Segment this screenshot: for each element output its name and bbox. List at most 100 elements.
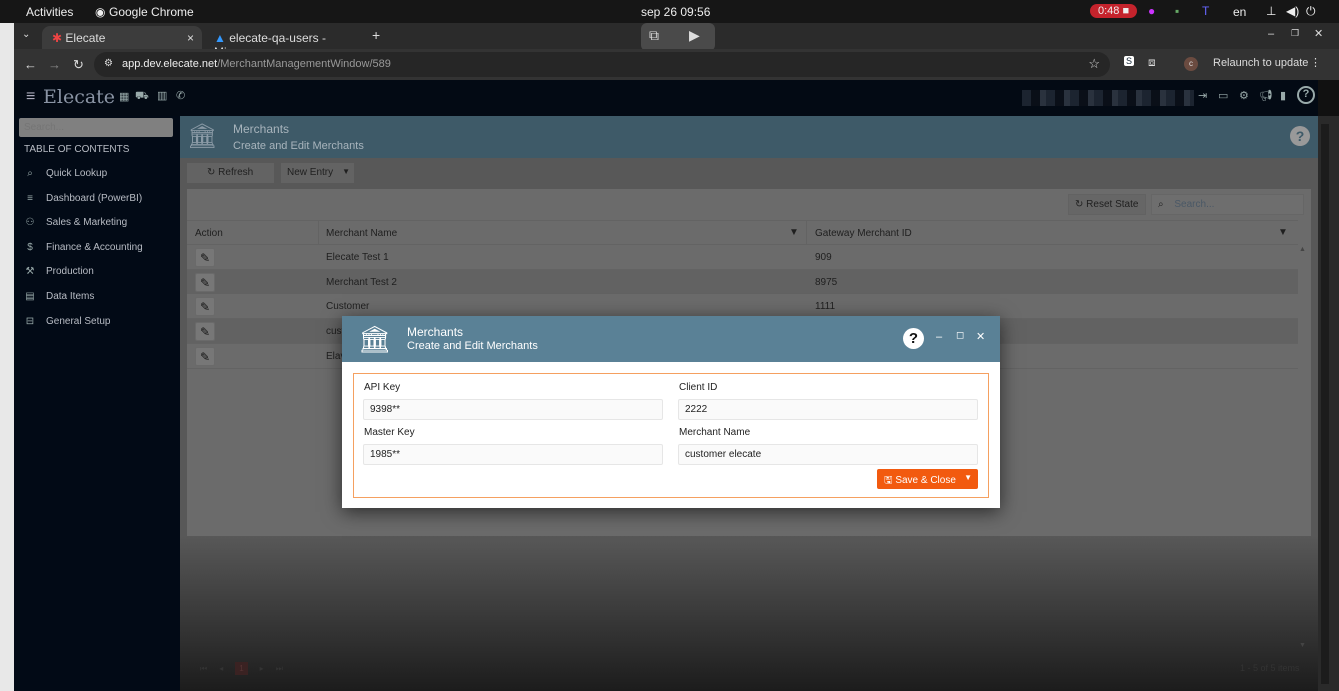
sidebar-item-production[interactable]: ⚒Production	[24, 266, 94, 277]
filter-icon[interactable]: ▼	[789, 227, 799, 238]
network-icon[interactable]: ⊥	[1266, 4, 1276, 18]
phone-icon[interactable]: ✆	[176, 89, 185, 102]
client-id-input[interactable]: 2222	[678, 399, 978, 420]
tray-icon[interactable]: ●	[1148, 4, 1155, 18]
megaphone-icon[interactable]: 📢︎	[1259, 89, 1273, 102]
profile-avatar[interactable]: c	[1184, 57, 1198, 71]
scroll-down-icon[interactable]: ▼	[1299, 642, 1306, 649]
refresh-button[interactable]: ↻ Refresh	[187, 163, 274, 183]
extension-icon[interactable]: S	[1124, 56, 1134, 66]
prev-page-icon[interactable]: ◂	[219, 664, 223, 673]
url-host: app.dev.elecate.net	[122, 58, 217, 70]
current-page-button[interactable]: 1	[235, 662, 247, 675]
sidebar-item-sales-marketing[interactable]: ⚇Sales & Marketing	[24, 217, 127, 228]
chrome-menu-icon[interactable]: ⋮	[1310, 56, 1321, 69]
help-icon[interactable]: ?	[903, 328, 924, 349]
site-info-icon[interactable]: ⚙	[104, 58, 113, 69]
clock[interactable]: sep 26 09:56	[641, 5, 710, 19]
minimize-window-icon[interactable]: –	[1268, 28, 1274, 40]
document-icon: ▤	[24, 291, 36, 302]
table-row[interactable]: ✎Merchant Test 28975	[187, 270, 1298, 295]
merchant-edit-dialog: 🏛︎ Merchants Create and Edit Merchants ?…	[342, 316, 1000, 508]
api-key-input[interactable]: 9398**	[363, 399, 663, 420]
bank-icon: 🏛︎	[187, 122, 217, 151]
back-icon[interactable]: ←	[24, 57, 37, 72]
bookmark-star-icon[interactable]: ☆	[1088, 56, 1100, 72]
edit-pencil-icon[interactable]: ✎	[195, 297, 215, 316]
save-icon: 🖫︎	[884, 475, 893, 486]
column-header-action: Action	[195, 228, 223, 239]
scroll-up-icon[interactable]: ▲	[1299, 246, 1306, 253]
grid-search-input[interactable]: ⌕ Search...	[1151, 194, 1304, 215]
extensions-puzzle-icon[interactable]: ⧈	[1148, 55, 1156, 70]
hamburger-menu-icon[interactable]: ≡	[26, 88, 35, 106]
reload-icon[interactable]: ↻	[73, 57, 84, 73]
relaunch-button[interactable]: Relaunch to update	[1213, 57, 1308, 69]
app-menu[interactable]: Google Chrome	[109, 5, 194, 19]
edit-pencil-icon[interactable]: ✎	[195, 273, 215, 292]
new-tab-icon[interactable]: +	[372, 27, 380, 43]
sidebar-item-dashboard[interactable]: ≡Dashboard (PowerBI)	[24, 193, 142, 204]
save-close-button[interactable]: 🖫︎ Save & Close▼	[877, 469, 978, 489]
volume-icon[interactable]: ◀)	[1286, 4, 1299, 18]
close-tab-icon[interactable]: ×	[187, 31, 194, 45]
sidebar-item-label: Finance & Accounting	[46, 242, 143, 253]
screen-cast-icon[interactable]: ⧉	[649, 27, 659, 44]
calendar-icon[interactable]: ▦	[119, 90, 129, 103]
column-header-gateway-id[interactable]: Gateway Merchant ID	[815, 228, 912, 239]
close-dialog-icon[interactable]: ✕	[976, 330, 985, 343]
settings-gear-icon[interactable]: ⚙	[1239, 89, 1249, 102]
restore-window-icon[interactable]: ❐	[1291, 28, 1299, 39]
tab-elecate[interactable]: ✱ Elecate ×	[42, 26, 202, 49]
toc-heading: TABLE OF CONTENTS	[24, 144, 129, 155]
sidebar-item-data-items[interactable]: ▤Data Items	[24, 291, 94, 302]
recording-indicator[interactable]: 0:48 ■	[1090, 4, 1137, 18]
sidebar-item-quick-lookup[interactable]: ⌕Quick Lookup	[24, 168, 107, 179]
power-icon[interactable]: ⏻	[1306, 4, 1316, 19]
close-window-icon[interactable]: ✕	[1314, 27, 1323, 40]
truck-icon[interactable]: ⛟	[135, 90, 149, 104]
filter-icon[interactable]: ▼	[1278, 227, 1288, 238]
chrome-app-icon: ◉	[95, 5, 105, 19]
teams-icon[interactable]: T	[1202, 4, 1209, 18]
reset-state-button[interactable]: ↻ Reset State	[1068, 194, 1146, 215]
dropdown-arrow-icon[interactable]: ▼	[342, 167, 350, 176]
page-header: 🏛︎ Merchants Create and Edit Merchants ?	[180, 116, 1318, 158]
app-logo[interactable]: Elecate	[43, 86, 115, 108]
forward-icon[interactable]: →	[48, 57, 61, 72]
sidebar-item-finance[interactable]: $Finance & Accounting	[24, 242, 143, 253]
help-icon[interactable]: ?	[1290, 126, 1310, 146]
tab-search-chevron-icon[interactable]: ⌄	[22, 29, 30, 40]
building-icon[interactable]: ▥	[157, 89, 167, 102]
first-page-icon[interactable]: ⏮	[200, 664, 207, 674]
column-header-merchant-name[interactable]: Merchant Name	[326, 228, 397, 239]
merchant-name-input[interactable]: customer elecate	[678, 444, 978, 465]
minimize-dialog-icon[interactable]: –	[936, 331, 942, 343]
record-video-icon[interactable]: ▶	[689, 27, 700, 44]
tab-azure[interactable]: ▲ elecate-qa-users - Micros ×	[204, 26, 364, 49]
help-icon[interactable]: ?	[1297, 86, 1315, 104]
edit-pencil-icon[interactable]: ✎	[195, 322, 215, 341]
master-key-input[interactable]: 1985**	[363, 444, 663, 465]
last-page-icon[interactable]: ⏭	[276, 664, 283, 674]
activities-button[interactable]: Activities	[26, 5, 73, 19]
bookmark-icon[interactable]: ▮	[1280, 89, 1286, 102]
language-indicator[interactable]: en	[1233, 5, 1246, 19]
sidebar-item-general-setup[interactable]: ⊟General Setup	[24, 316, 111, 327]
page-scrollbar[interactable]	[1318, 116, 1339, 691]
tray-icon[interactable]: ▪	[1175, 4, 1179, 18]
api-key-label: API Key	[364, 382, 400, 393]
table-row[interactable]: ✎Elecate Test 1909	[187, 245, 1298, 270]
maximize-dialog-icon[interactable]: ◻	[956, 330, 964, 341]
new-entry-button[interactable]: New Entry▼	[281, 163, 354, 183]
edit-pencil-icon[interactable]: ✎	[195, 248, 215, 267]
url-bar[interactable]: ⚙ app.dev.elecate.net/MerchantManagement…	[94, 52, 1110, 77]
logout-icon[interactable]: ⇥	[1198, 89, 1207, 102]
folder-icon[interactable]: ▭	[1218, 89, 1228, 102]
address-bar-row: ← → ↻ ⚙ app.dev.elecate.net/MerchantMana…	[14, 49, 1339, 80]
sidebar-search-input[interactable]	[19, 118, 173, 137]
dropdown-arrow-icon[interactable]: ▼	[964, 473, 972, 482]
pager: ⏮ ◂ 1 ▸ ⏭	[200, 662, 283, 675]
next-page-icon[interactable]: ▸	[260, 664, 264, 673]
edit-pencil-icon[interactable]: ✎	[195, 347, 215, 366]
